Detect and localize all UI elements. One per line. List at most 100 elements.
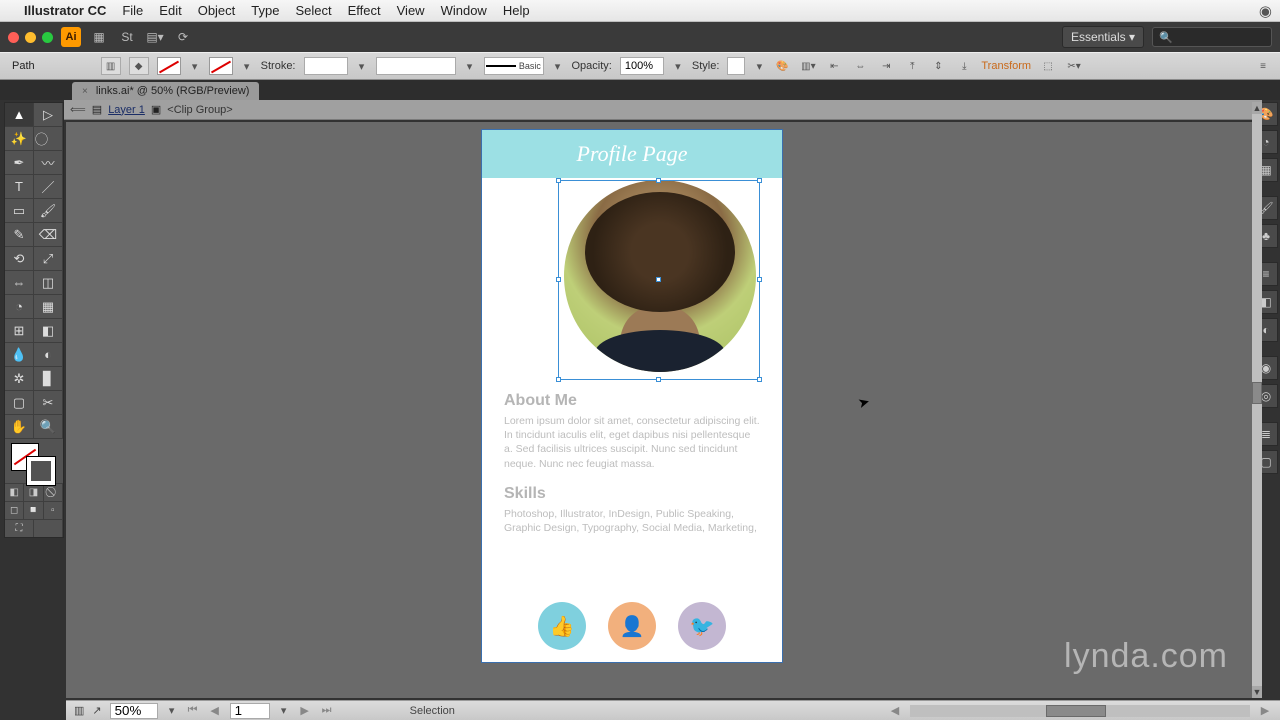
menu-view[interactable]: View xyxy=(397,3,425,18)
hscroll-left-icon[interactable]: ◀ xyxy=(888,704,902,718)
type-tool[interactable]: T xyxy=(5,175,34,199)
column-graph-tool[interactable]: ▊ xyxy=(34,367,63,391)
pencil-tool[interactable]: ✎ xyxy=(5,223,34,247)
lasso-tool[interactable]: ⃝ xyxy=(34,127,63,151)
paintbrush-tool[interactable]: 🖌 xyxy=(34,199,63,223)
free-transform-tool[interactable]: ◫ xyxy=(34,271,63,295)
color-mode-icon[interactable]: ◧ xyxy=(5,483,24,501)
menu-edit[interactable]: Edit xyxy=(159,3,181,18)
gpu-icon[interactable]: ⟳ xyxy=(173,27,193,47)
symbol-sprayer-tool[interactable]: ✲ xyxy=(5,367,34,391)
gradient-mode-icon[interactable]: ◨ xyxy=(24,483,43,501)
fill-indicator[interactable]: ▥ xyxy=(101,57,121,75)
artboard-number-input[interactable] xyxy=(230,703,270,719)
stroke-weight-input[interactable] xyxy=(304,57,348,75)
stroke-swatch[interactable] xyxy=(209,57,233,75)
align-menu-icon[interactable]: ▥▾ xyxy=(799,57,817,75)
layers-icon[interactable]: ▤ xyxy=(92,103,102,116)
panel-menu-icon[interactable]: ≡ xyxy=(1254,57,1272,75)
prev-artboard-icon[interactable]: ◀ xyxy=(208,704,222,718)
align-hcenter-icon[interactable]: ⇔ xyxy=(851,57,869,75)
creative-cloud-icon[interactable]: ◉ xyxy=(1259,2,1272,20)
stock-icon[interactable]: St xyxy=(117,27,137,47)
menu-window[interactable]: Window xyxy=(441,3,487,18)
transform-link[interactable]: Transform xyxy=(981,60,1031,72)
direct-selection-tool[interactable]: ▷ xyxy=(34,103,63,127)
align-right-icon[interactable]: ⇥ xyxy=(877,57,895,75)
align-top-icon[interactable]: ⤒ xyxy=(903,57,921,75)
line-tool[interactable]: ／ xyxy=(34,175,63,199)
status-export-icon[interactable]: ↗ xyxy=(92,704,101,717)
menu-help[interactable]: Help xyxy=(503,3,530,18)
draw-behind-icon[interactable]: ◽ xyxy=(24,501,43,519)
close-button[interactable] xyxy=(8,32,19,43)
screen-mode-icon[interactable]: ⛶ xyxy=(5,519,34,537)
app-name[interactable]: Illustrator CC xyxy=(24,3,106,18)
width-tool[interactable]: ⇔ xyxy=(5,271,34,295)
eraser-tool[interactable]: ⌫ xyxy=(34,223,63,247)
menu-effect[interactable]: Effect xyxy=(348,3,381,18)
scroll-down-icon[interactable]: ▼ xyxy=(1252,686,1262,698)
zoom-tool[interactable]: 🔍 xyxy=(34,415,63,439)
arrange-docs-icon[interactable]: ▤▾ xyxy=(145,27,165,47)
gradient-tool[interactable]: ◧ xyxy=(34,319,63,343)
close-tab-icon[interactable]: × xyxy=(82,86,88,97)
vertical-scrollbar[interactable]: ▲ ▼ xyxy=(1252,102,1262,698)
workspace-switcher[interactable]: Essentials ▾ xyxy=(1062,26,1144,48)
recolor-artwork-icon[interactable]: 🎨 xyxy=(773,57,791,75)
status-nav-icon[interactable]: ▥ xyxy=(74,704,84,717)
zoom-button[interactable] xyxy=(42,32,53,43)
search-input[interactable]: 🔍 xyxy=(1152,27,1272,47)
rectangle-tool[interactable]: ▭ xyxy=(5,199,34,223)
var-width-profile[interactable] xyxy=(376,57,456,75)
next-artboard-icon[interactable]: ▶ xyxy=(298,704,312,718)
horizontal-scrollbar[interactable] xyxy=(910,705,1250,717)
align-vcenter-icon[interactable]: ⇕ xyxy=(929,57,947,75)
opacity-input[interactable] xyxy=(620,57,664,75)
pen-tool[interactable]: ✒ xyxy=(5,151,34,175)
stroke-box[interactable] xyxy=(27,457,55,485)
minimize-button[interactable] xyxy=(25,32,36,43)
hscroll-thumb[interactable] xyxy=(1046,705,1106,717)
back-arrow-icon[interactable]: ⟸ xyxy=(70,103,86,116)
shape-builder-tool[interactable]: ◔ xyxy=(5,295,34,319)
fill-swatch[interactable] xyxy=(157,57,181,75)
selection-tool[interactable]: ▲ xyxy=(5,103,34,127)
align-left-icon[interactable]: ⇤ xyxy=(825,57,843,75)
hscroll-right-icon[interactable]: ▶ xyxy=(1258,704,1272,718)
menu-type[interactable]: Type xyxy=(251,3,279,18)
curvature-tool[interactable]: 〰 xyxy=(34,151,63,175)
breadcrumb-layer[interactable]: Layer 1 xyxy=(108,104,145,116)
last-artboard-icon[interactable]: ⏭ xyxy=(320,704,334,718)
bridge-icon[interactable]: ▦ xyxy=(89,27,109,47)
isolate-icon[interactable]: ⬚ xyxy=(1039,57,1057,75)
slice-tool[interactable]: ✂ xyxy=(34,391,63,415)
edit-clip-icon[interactable]: ✂▾ xyxy=(1065,57,1083,75)
rotate-tool[interactable]: ⟲ xyxy=(5,247,34,271)
blend-tool[interactable]: ◐ xyxy=(34,343,63,367)
eyedropper-tool[interactable]: 💧 xyxy=(5,343,34,367)
recolor-icon[interactable]: ◆ xyxy=(129,57,149,75)
draw-normal-icon[interactable]: ◻ xyxy=(5,501,24,519)
none-mode-icon[interactable]: ⃠ xyxy=(44,483,63,501)
scroll-up-icon[interactable]: ▲ xyxy=(1252,102,1262,114)
hand-tool[interactable]: ✋ xyxy=(5,415,34,439)
document-tab[interactable]: × links.ai* @ 50% (RGB/Preview) xyxy=(72,82,259,100)
magic-wand-tool[interactable]: ✨ xyxy=(5,127,34,151)
graphic-style[interactable] xyxy=(727,57,745,75)
zoom-input[interactable] xyxy=(110,703,158,719)
breadcrumb-group[interactable]: <Clip Group> xyxy=(167,104,232,116)
fill-dropdown[interactable]: ▾ xyxy=(189,60,201,73)
artboard-tool[interactable]: ▢ xyxy=(5,391,34,415)
canvas[interactable]: Profile Page About Me Lorem ipsum dolor … xyxy=(66,122,1252,698)
brush-definition[interactable]: Basic xyxy=(484,57,544,75)
fill-stroke-control[interactable] xyxy=(5,439,63,483)
menu-file[interactable]: File xyxy=(122,3,143,18)
vscroll-thumb[interactable] xyxy=(1252,382,1262,404)
stroke-dropdown[interactable]: ▾ xyxy=(241,60,253,73)
first-artboard-icon[interactable]: ⏮ xyxy=(186,704,200,718)
mesh-tool[interactable]: ⊞ xyxy=(5,319,34,343)
perspective-tool[interactable]: ▦ xyxy=(34,295,63,319)
draw-inside-icon[interactable]: ▫ xyxy=(44,501,63,519)
align-bottom-icon[interactable]: ⤓ xyxy=(955,57,973,75)
